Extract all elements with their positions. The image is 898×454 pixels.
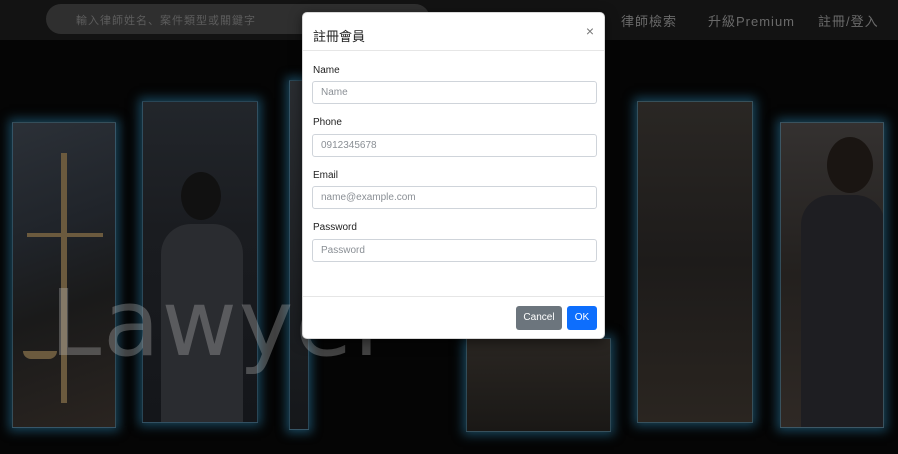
search-placeholder: 輸入律師姓名、案件類型或關鍵字	[76, 15, 256, 27]
email-field[interactable]	[312, 186, 597, 209]
phone-field[interactable]	[312, 134, 597, 157]
phone-label: Phone	[313, 117, 342, 128]
register-modal: 註冊會員 × Name Phone Email Password Cancel …	[302, 12, 605, 339]
hero-image-lawyer-man	[780, 122, 884, 428]
modal-title: 註冊會員	[313, 29, 366, 44]
email-label: Email	[313, 170, 339, 181]
figure-head	[827, 137, 873, 193]
hero-image-desk	[466, 338, 611, 432]
figure-head	[181, 172, 221, 220]
cancel-button[interactable]: Cancel	[516, 306, 562, 330]
nav-upgrade-premium[interactable]: 升級Premium	[708, 11, 795, 30]
nav-lawyer-search[interactable]: 律師檢索	[621, 11, 677, 30]
ok-button[interactable]: OK	[567, 306, 597, 330]
name-field[interactable]	[312, 81, 597, 104]
scale-beam	[27, 233, 103, 237]
name-label: Name	[313, 65, 340, 76]
figure-body	[801, 195, 883, 427]
nav-register-login[interactable]: 註冊/登入	[818, 11, 879, 30]
modal-footer: Cancel OK	[303, 296, 604, 340]
password-label: Password	[313, 222, 357, 233]
hero-image-office	[637, 101, 753, 423]
password-field[interactable]	[312, 239, 597, 262]
modal-header: 註冊會員 ×	[303, 13, 604, 51]
close-icon[interactable]: ×	[586, 24, 594, 38]
